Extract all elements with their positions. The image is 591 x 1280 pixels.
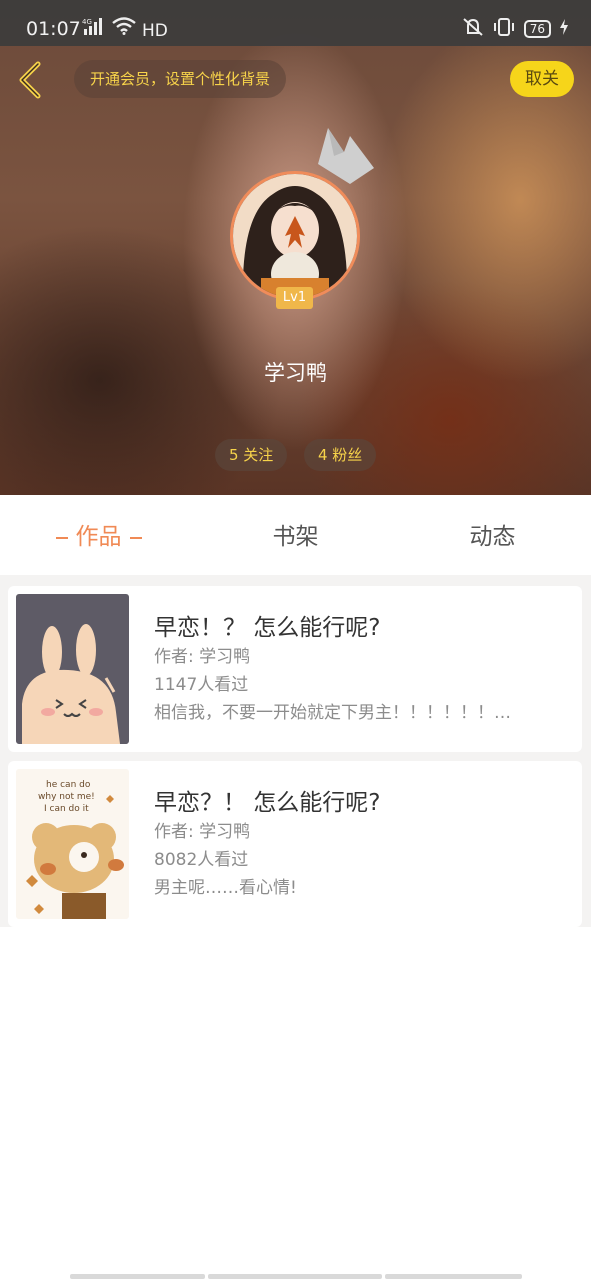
cover-text-2: why not me! — [38, 792, 95, 802]
status-right-icons: 76 — [462, 17, 569, 41]
work-title: 早恋？！ 怎么能行呢? — [154, 790, 381, 816]
nav-hint-bar — [385, 1274, 522, 1279]
work-cover-image — [16, 594, 129, 744]
status-bar: 01:07 4G HD 76 — [0, 0, 591, 46]
tab-bookshelf-label: 书架 — [272, 524, 319, 550]
back-arrow-icon — [19, 61, 41, 99]
tab-works[interactable]: 作品 — [0, 495, 197, 575]
profile-header: 01:07 4G HD 76 开通会员，设置个性化背景 取关 Lv1 学习鸭 5… — [0, 0, 591, 495]
charging-icon — [559, 19, 569, 39]
followers-count[interactable]: 4 粉丝 — [304, 439, 377, 471]
status-left-icons: 4G HD — [82, 17, 168, 41]
avatar[interactable] — [230, 171, 360, 301]
vibrate-icon — [492, 17, 516, 41]
work-summary: 男主呢……看心情! — [154, 878, 297, 898]
work-title: 早恋！？ 怎么能行呢? — [154, 615, 381, 641]
tab-activity[interactable]: 动态 — [394, 495, 591, 575]
wifi-icon — [112, 17, 136, 39]
work-card-1[interactable]: 早恋！？ 怎么能行呢? 作者: 学习鸭 1147人看过 相信我，不要一开始就定下… — [8, 586, 582, 752]
status-time: 01:07 — [26, 18, 81, 40]
work-views: 8082人看过 — [154, 850, 249, 870]
cover-text-3: I can do it — [44, 804, 89, 814]
tab-active-indicator — [129, 536, 142, 539]
work-summary: 相信我，不要一开始就定下男主！！！！！！… — [154, 703, 511, 723]
username: 学习鸭 — [264, 361, 327, 385]
tab-activity-label: 动态 — [469, 524, 516, 550]
tab-active-indicator — [55, 536, 68, 539]
tab-bookshelf[interactable]: 书架 — [197, 495, 394, 575]
nav-hint-bar — [70, 1274, 205, 1279]
avatar-image — [233, 174, 357, 298]
battery-icon: 76 — [523, 20, 551, 38]
vip-background-promo[interactable]: 开通会员，设置个性化背景 — [74, 60, 287, 98]
mute-icon — [462, 17, 484, 41]
nav-hint-bar — [208, 1274, 382, 1279]
level-badge: Lv1 — [276, 287, 313, 309]
following-count[interactable]: 5 关注 — [215, 439, 288, 471]
back-button[interactable] — [14, 60, 50, 100]
cover-text-1: he can do — [46, 780, 91, 790]
signal-icon: 4G — [82, 17, 106, 39]
unfollow-button[interactable]: 取关 — [510, 61, 574, 97]
network-type: 4G — [82, 18, 92, 26]
hd-label: HD — [142, 21, 168, 41]
work-card-2[interactable]: he can do why not me! I can do it 早恋？！ 怎… — [8, 761, 582, 927]
work-author: 作者: 学习鸭 — [154, 822, 251, 842]
tab-works-label: 作品 — [75, 524, 122, 550]
work-cover-image: he can do why not me! I can do it — [16, 769, 129, 919]
profile-tabs: 作品 书架 动态 — [0, 495, 591, 575]
work-views: 1147人看过 — [154, 675, 249, 695]
crown-icon — [318, 128, 374, 184]
work-author: 作者: 学习鸭 — [154, 647, 251, 667]
